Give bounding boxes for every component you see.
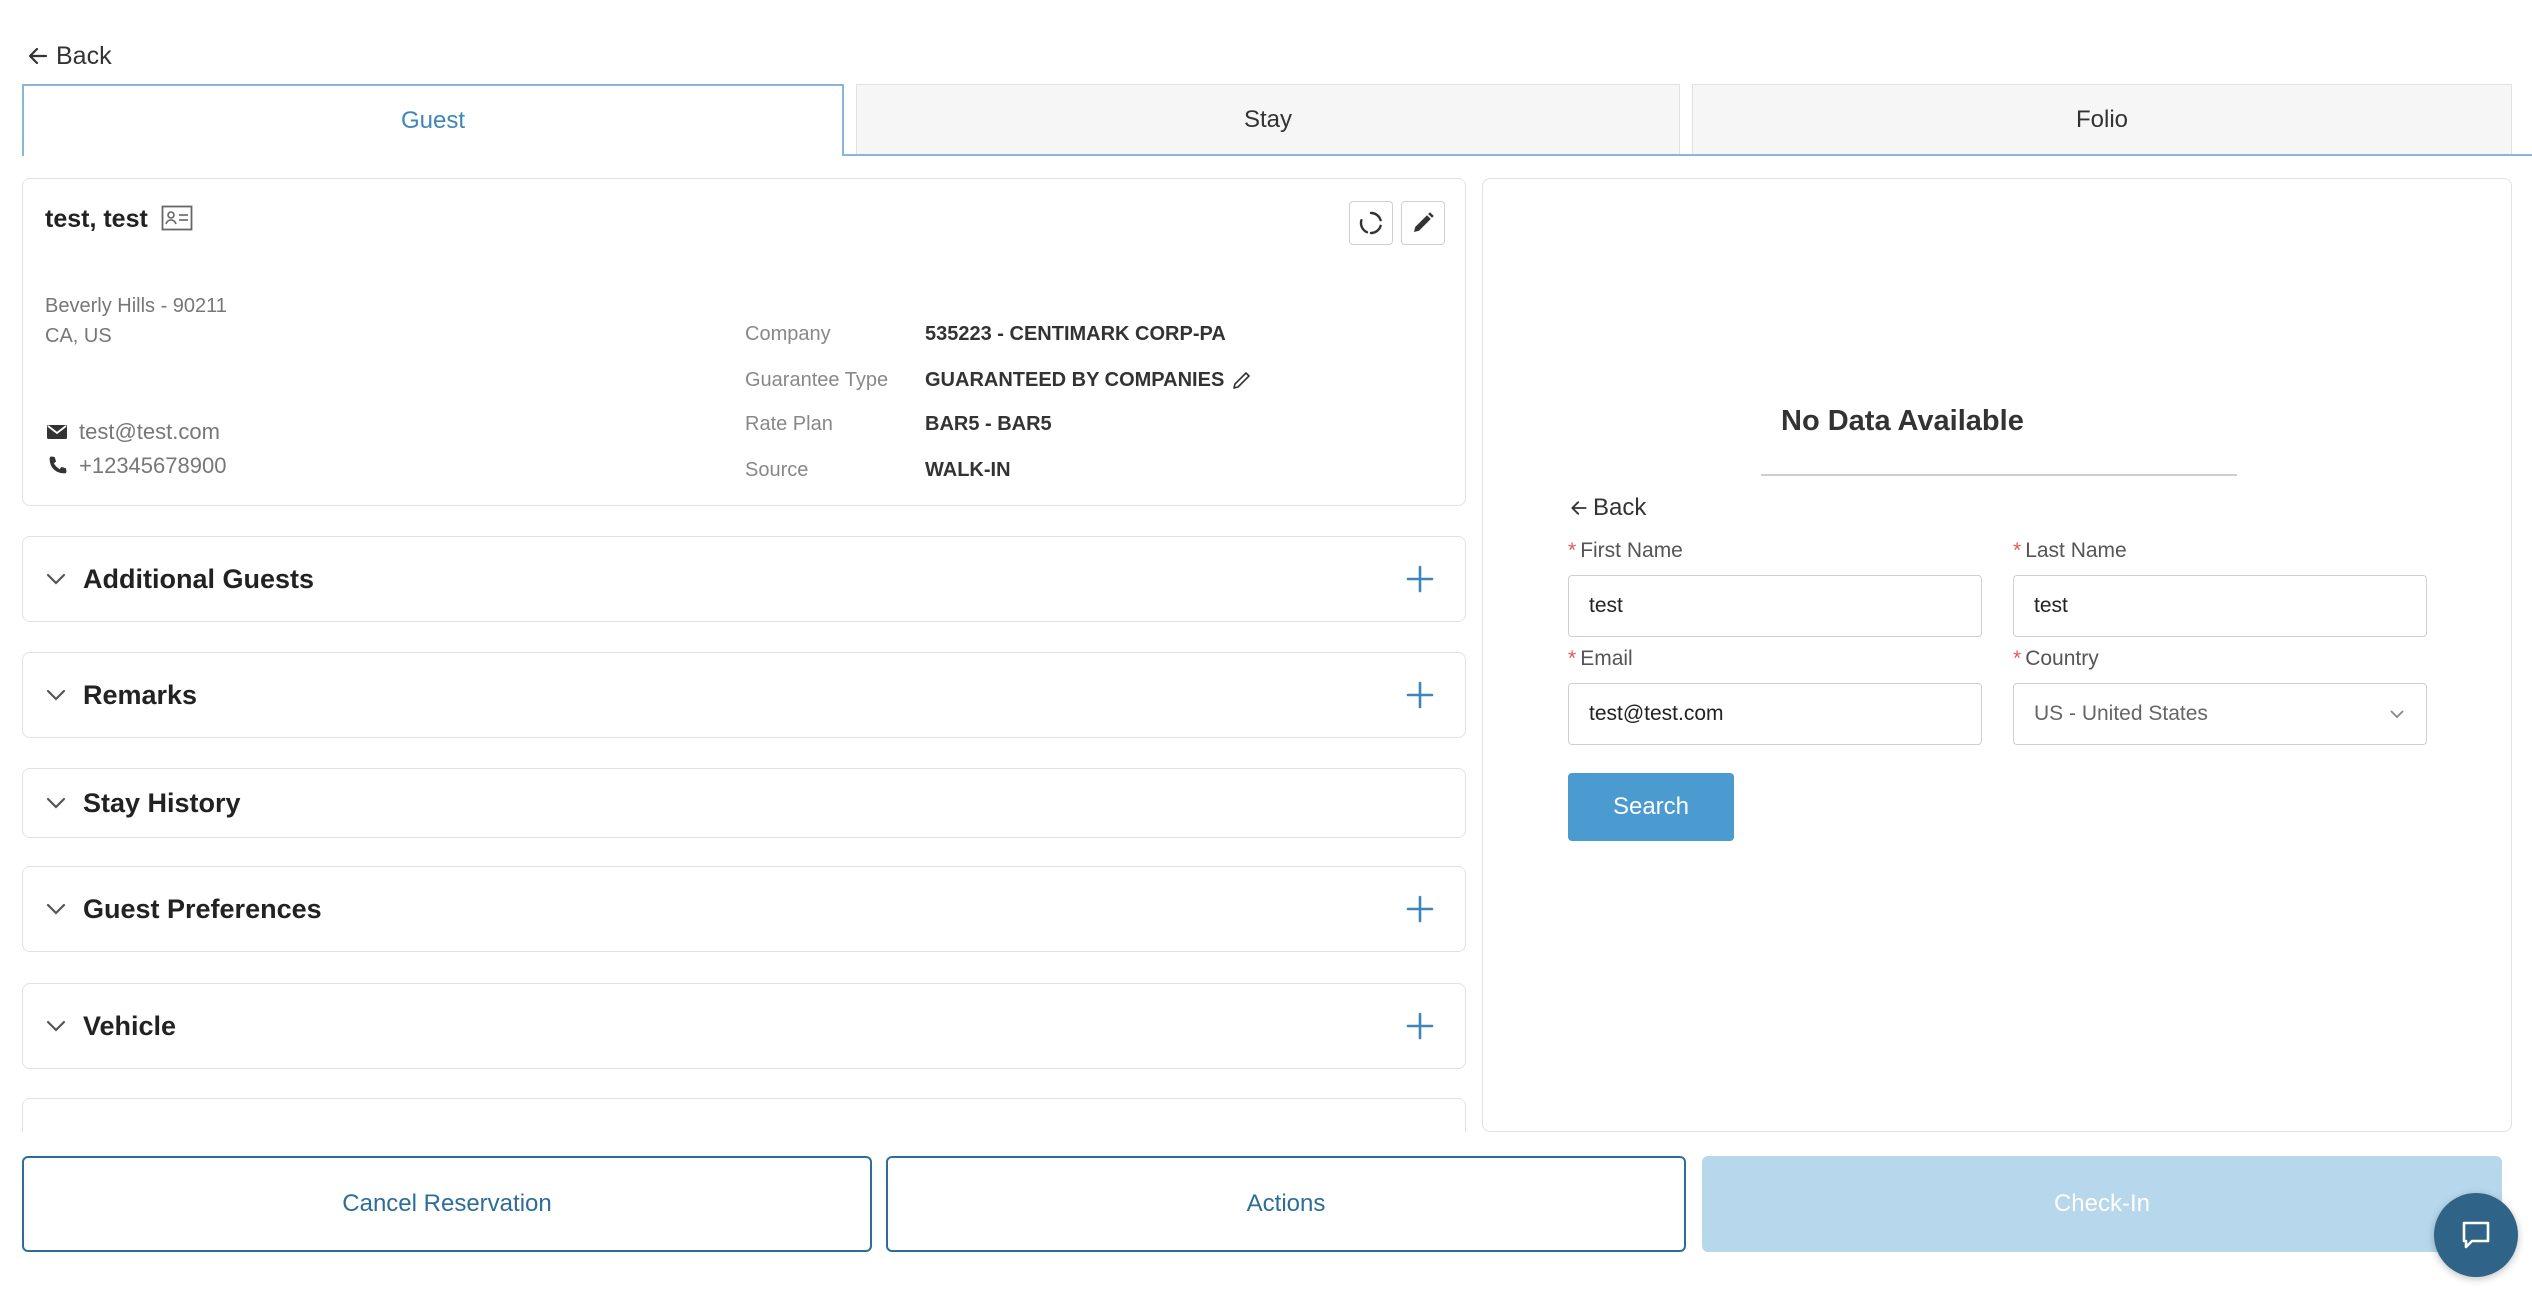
chevron-down-icon xyxy=(2390,710,2404,719)
section-remarks[interactable]: Remarks xyxy=(22,652,1466,738)
email-input[interactable]: test@test.com xyxy=(1568,683,1982,745)
tab-underline xyxy=(844,154,2532,156)
cancel-reservation-button[interactable]: Cancel Reservation xyxy=(22,1156,872,1252)
address-line-2: CA, US xyxy=(45,325,112,347)
country-value: US - United States xyxy=(2034,702,2208,725)
phone-row: +12345678900 xyxy=(45,453,226,479)
section-vehicle[interactable]: Vehicle xyxy=(22,983,1466,1069)
back-link[interactable]: Back xyxy=(26,38,112,74)
search-button[interactable]: Search xyxy=(1568,773,1734,841)
edit-guarantee-icon[interactable] xyxy=(1231,369,1253,391)
guest-search-panel: No Data Available Back * First Name test … xyxy=(1482,178,2512,1132)
chevron-down-icon xyxy=(46,903,66,915)
arrow-left-icon xyxy=(28,47,48,65)
first-name-label: * First Name xyxy=(1568,539,1683,562)
envelope-icon xyxy=(47,425,67,439)
section-title: Remarks xyxy=(83,679,198,710)
section-title: Additional Guests xyxy=(83,563,315,594)
chat-button[interactable] xyxy=(2434,1193,2518,1277)
pencil-icon xyxy=(1414,212,1434,232)
guest-summary-card: test, test Beverly Hills - 90211 CA, US … xyxy=(22,178,1466,506)
chevron-down-icon xyxy=(46,689,66,701)
guest-phone: +12345678900 xyxy=(79,453,227,478)
detail-value-company: 535223 - CENTIMARK CORP-PA xyxy=(925,323,1226,345)
section-partially-hidden[interactable] xyxy=(22,1098,1466,1132)
country-select[interactable]: US - United States xyxy=(2013,683,2427,745)
phone-icon xyxy=(49,456,67,474)
email-label: * Email xyxy=(1568,647,1633,670)
email-row: test@test.com xyxy=(45,419,220,445)
detail-label-source: Source xyxy=(745,459,809,481)
plus-icon[interactable] xyxy=(1405,564,1435,594)
actions-button[interactable]: Actions xyxy=(886,1156,1686,1252)
last-name-label: * Last Name xyxy=(2013,539,2127,562)
plus-icon[interactable] xyxy=(1405,894,1435,924)
chevron-down-icon xyxy=(46,797,66,809)
section-title: Vehicle xyxy=(83,1010,177,1041)
plus-icon[interactable] xyxy=(1405,680,1435,710)
section-stay-history[interactable]: Stay History xyxy=(22,768,1466,838)
detail-value-rate-plan: BAR5 - BAR5 xyxy=(925,413,1052,435)
detail-label-rate-plan: Rate Plan xyxy=(745,413,833,435)
arrow-left-icon xyxy=(1571,501,1587,515)
edit-guest-button[interactable] xyxy=(1401,201,1445,245)
tab-stay[interactable]: Stay xyxy=(856,84,1680,156)
country-label: * Country xyxy=(2013,647,2099,670)
detail-label-guarantee: Guarantee Type xyxy=(745,369,889,391)
chat-icon xyxy=(2462,1221,2490,1249)
section-title: Guest Preferences xyxy=(83,893,322,924)
section-guest-preferences[interactable]: Guest Preferences xyxy=(22,866,1466,952)
plus-icon[interactable] xyxy=(1405,1011,1435,1041)
section-title: Stay History xyxy=(83,787,241,818)
last-name-input[interactable]: test xyxy=(2013,575,2427,637)
chevron-down-icon xyxy=(46,1020,66,1032)
check-in-button[interactable]: Check-In xyxy=(1702,1156,2502,1252)
detail-value-source: WALK-IN xyxy=(925,459,1011,481)
detail-label-company: Company xyxy=(745,323,831,345)
panel-back-label: Back xyxy=(1593,494,1647,521)
address-line-1: Beverly Hills - 90211 xyxy=(45,295,227,317)
first-name-input[interactable]: test xyxy=(1568,575,1982,637)
refresh-icon xyxy=(1359,211,1382,235)
refresh-button[interactable] xyxy=(1349,201,1393,245)
detail-value-guarantee: GUARANTEED BY COMPANIES xyxy=(925,369,1225,391)
no-data-text: No Data Available xyxy=(1781,405,2024,437)
section-additional-guests[interactable]: Additional Guests xyxy=(22,536,1466,622)
panel-back-link[interactable]: Back xyxy=(1569,494,1646,522)
tab-bar: Guest Stay Folio xyxy=(22,84,2532,156)
divider xyxy=(1761,474,2237,476)
guest-email: test@test.com xyxy=(79,419,220,444)
tab-guest[interactable]: Guest xyxy=(22,84,844,156)
tab-folio[interactable]: Folio xyxy=(1692,84,2512,156)
guest-name: test, test xyxy=(45,205,148,233)
chevron-down-icon xyxy=(46,573,66,585)
back-label: Back xyxy=(56,41,112,70)
id-card-icon[interactable] xyxy=(161,205,193,231)
